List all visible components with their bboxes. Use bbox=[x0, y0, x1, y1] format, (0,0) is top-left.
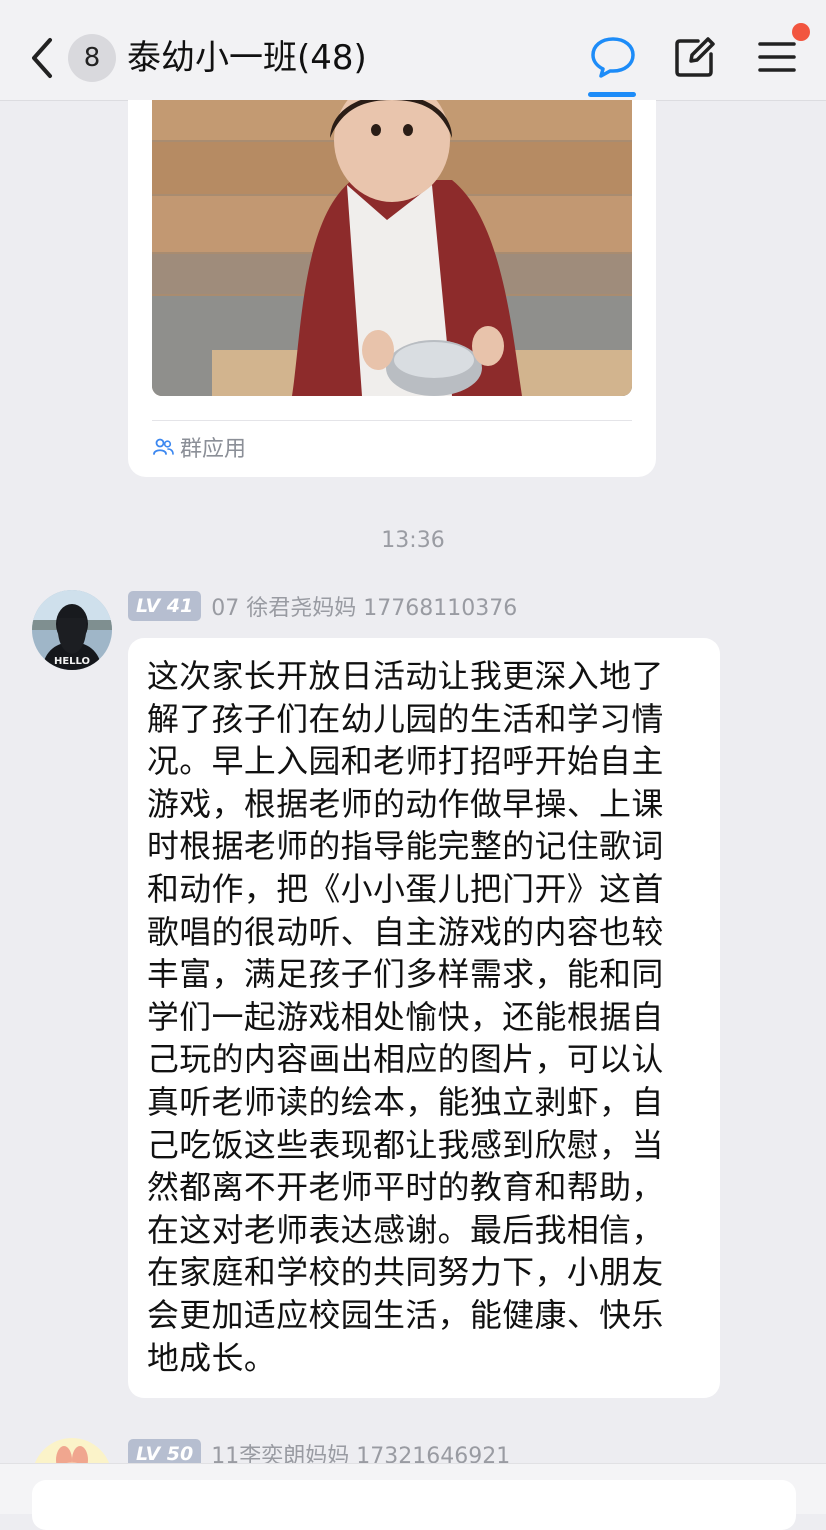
group-app-link[interactable]: 群应用 bbox=[152, 432, 246, 462]
chevron-left-icon bbox=[32, 38, 52, 78]
active-tab-indicator bbox=[588, 92, 636, 97]
group-app-label: 群应用 bbox=[180, 437, 247, 462]
edit-button[interactable] bbox=[670, 32, 720, 82]
message-input[interactable] bbox=[32, 1480, 796, 1530]
sender-name[interactable]: 07 徐君尧妈妈 17768110376 bbox=[211, 590, 517, 622]
message-timestamp: 13:36 bbox=[381, 528, 445, 553]
chat-tab-button[interactable] bbox=[588, 32, 638, 82]
chat-title: 泰幼小一班(48) bbox=[127, 38, 367, 78]
avatar[interactable]: HELLO bbox=[32, 590, 112, 670]
edit-icon bbox=[675, 37, 715, 77]
avatar-shirt-text: HELLO bbox=[54, 656, 90, 667]
shared-app-card[interactable]: 群应用 bbox=[128, 100, 656, 477]
message-bubble[interactable]: 这次家长开放日活动让我更深入地了 解了孩子们在幼儿园的生活和学习情 况。早上入园… bbox=[128, 638, 720, 1398]
chat-bubble-icon bbox=[591, 37, 635, 78]
notification-dot bbox=[792, 23, 810, 41]
level-badge: LV 41 bbox=[128, 591, 202, 621]
chat-header: 8 泰幼小一班(48) bbox=[0, 0, 826, 101]
input-bar bbox=[0, 1463, 826, 1530]
sender-row: LV 41 07 徐君尧妈妈 17768110376 bbox=[128, 590, 517, 622]
back-button[interactable] bbox=[26, 36, 60, 80]
child-photo[interactable] bbox=[152, 100, 632, 396]
group-users-icon bbox=[153, 438, 174, 455]
menu-button[interactable] bbox=[752, 32, 802, 82]
card-divider bbox=[152, 420, 632, 421]
unread-count-badge[interactable]: 8 bbox=[68, 34, 116, 82]
menu-icon bbox=[758, 42, 796, 72]
message-text: 这次家长开放日活动让我更深入地了 解了孩子们在幼儿园的生活和学习情 况。早上入园… bbox=[147, 658, 664, 1377]
